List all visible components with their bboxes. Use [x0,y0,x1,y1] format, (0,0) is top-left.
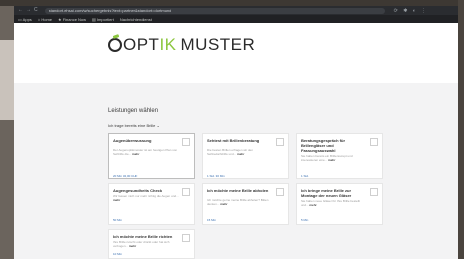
card-title: Augengesundheits Check [113,188,163,193]
select-checkbox[interactable] [182,138,190,146]
more-link[interactable]: mehr [328,158,335,162]
select-checkbox[interactable] [182,234,190,242]
more-link[interactable]: mehr [113,198,120,202]
more-link[interactable]: mehr [132,152,139,156]
monitor-screen: ← → C standort.ehsai.com/w/suchergebnis?… [14,6,458,259]
bookmark-apps[interactable]: ▭ Apps [18,17,32,22]
photo-frame-right [458,0,464,259]
logo-prefix: OPT [123,35,160,54]
card-title: Augenüberwussung [113,138,152,143]
bookmark-nachrichten[interactable]: Nachrichtendienst [120,17,152,22]
services-section [14,101,458,259]
service-card-augenueberwussung[interactable]: Augenüberwussung Der Augenoptikmeister i… [108,133,195,179]
service-card-montage[interactable]: Ich bringe meine Brille zur Montage der … [296,183,383,225]
more-link[interactable]: mehr [220,202,227,206]
select-checkbox[interactable] [276,138,284,146]
photo-left-paper [0,40,14,120]
back-icon[interactable]: ← [18,6,23,15]
select-checkbox[interactable] [182,188,190,196]
card-description: Sie haben bereits ein Brillenrezept und … [301,154,353,162]
card-duration: 15 Min [207,218,217,222]
card-duration: 50 Min [113,218,123,222]
reload-icon[interactable]: C [34,6,38,15]
card-title: Ich möchte meine Brille richten [113,234,173,239]
filter-dropdown[interactable]: Ich trage bereits eine Brille ⌄ [108,123,160,128]
card-title: Beratungsgespräch für Brillengläser und … [301,138,346,153]
bookmark-importiert[interactable]: ▤ Importiert [92,17,114,22]
address-bar[interactable]: standort.ehsai.com/w/suchergebnis?text=p… [44,7,385,14]
card-duration: 1 Std. 30 Min [207,174,225,178]
service-card-abholen[interactable]: Ich möchte meine Brille abholen Ich möch… [202,183,289,225]
more-link[interactable]: mehr [237,152,244,156]
brand-logo[interactable]: OPT IK MUSTER [108,35,255,55]
select-checkbox[interactable] [370,188,378,196]
address-text: standort.ehsai.com/w/suchergebnis?text=p… [48,8,172,13]
card-title: Sehtest mit Brillenberatung [207,138,260,143]
card-description: Der Augenoptikmeister ist am heutigen Pl… [113,148,178,156]
service-card-beratung[interactable]: Beratungsgespräch für Brillengläser und … [296,133,383,179]
card-duration: 20 Min 32,00 CHF [113,174,138,178]
more-link[interactable]: mehr [129,244,136,248]
bookmark-home[interactable]: ⌂ Home [38,17,52,22]
service-card-augengesundheit[interactable]: Augengesundheits Check Wir fassen mich n… [108,183,195,225]
forward-icon[interactable]: → [26,6,31,15]
card-description: Ich möchte gerne meine Brille abholen? B… [207,198,269,206]
browser-toolbar: ← → C standort.ehsai.com/w/suchergebnis?… [14,6,458,15]
card-description: Ihre Brille rutscht oder drückt oder hat… [113,240,170,248]
logo-rest: MUSTER [180,35,256,54]
card-description: Sie haben neue Gläser für Ihre Brille be… [301,199,360,207]
card-duration: 10 Min [113,252,123,256]
card-title: Ich bringe meine Brille zur Montage der … [301,188,352,198]
select-checkbox[interactable] [370,138,378,146]
logo-accent: IK [159,35,177,54]
service-card-sehtest[interactable]: Sehtest mit Brillenberatung Die besten B… [202,133,289,179]
card-title: Ich möchte meine Brille abholen [207,188,269,193]
card-duration: 1 Std. [301,174,309,178]
card-description: Wir fassen mich nur mehr richtig die Aug… [113,194,179,202]
service-card-richten[interactable]: Ich möchte meine Brille richten Ihre Bri… [108,229,195,259]
select-checkbox[interactable] [276,188,284,196]
logo-o-icon [108,38,122,52]
services-heading: Leistungen wählen [108,108,159,114]
bookmark-finance[interactable]: ★ Finance Now [58,17,86,22]
extension-icons[interactable]: ⟳ ✱ ◐ ⋮ [394,8,429,14]
bookmarks-bar: ▭ Apps ⌂ Home ★ Finance Now ▤ Importiert… [14,15,458,23]
card-duration: 5 Min [301,218,309,222]
more-link[interactable]: mehr [309,203,316,207]
card-description: Die besten Brillen erfragen wir den Sehb… [207,148,254,156]
